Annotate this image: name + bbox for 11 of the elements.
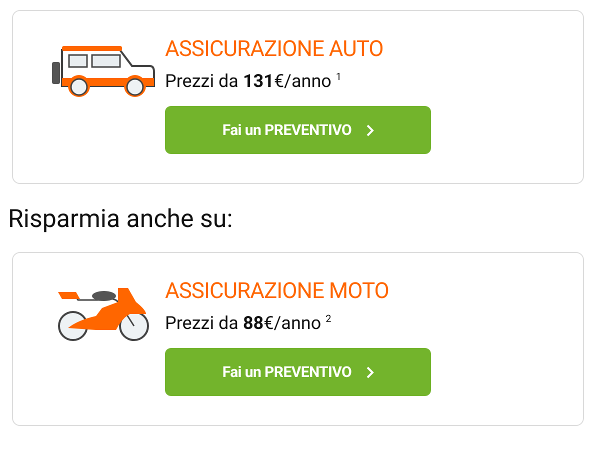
chevron-right-icon bbox=[366, 124, 374, 136]
section-heading: Risparmia anche su: bbox=[8, 205, 234, 235]
car-icon bbox=[50, 44, 158, 100]
quote-button[interactable]: Fai un PREVENTIVO bbox=[165, 106, 431, 154]
chevron-right-icon bbox=[366, 366, 374, 378]
motorcycle-icon bbox=[56, 286, 152, 342]
offer-title: ASSICURAZIONE AUTO bbox=[165, 36, 384, 64]
price-text: Prezzi da 131€/anno $^{1}$ bbox=[165, 70, 342, 94]
offer-title: ASSICURAZIONE MOTO bbox=[165, 278, 389, 306]
quote-button[interactable]: Fai un PREVENTIVO bbox=[165, 348, 431, 396]
price-text: Prezzi da 88€/anno $^{2}$ bbox=[165, 312, 332, 336]
